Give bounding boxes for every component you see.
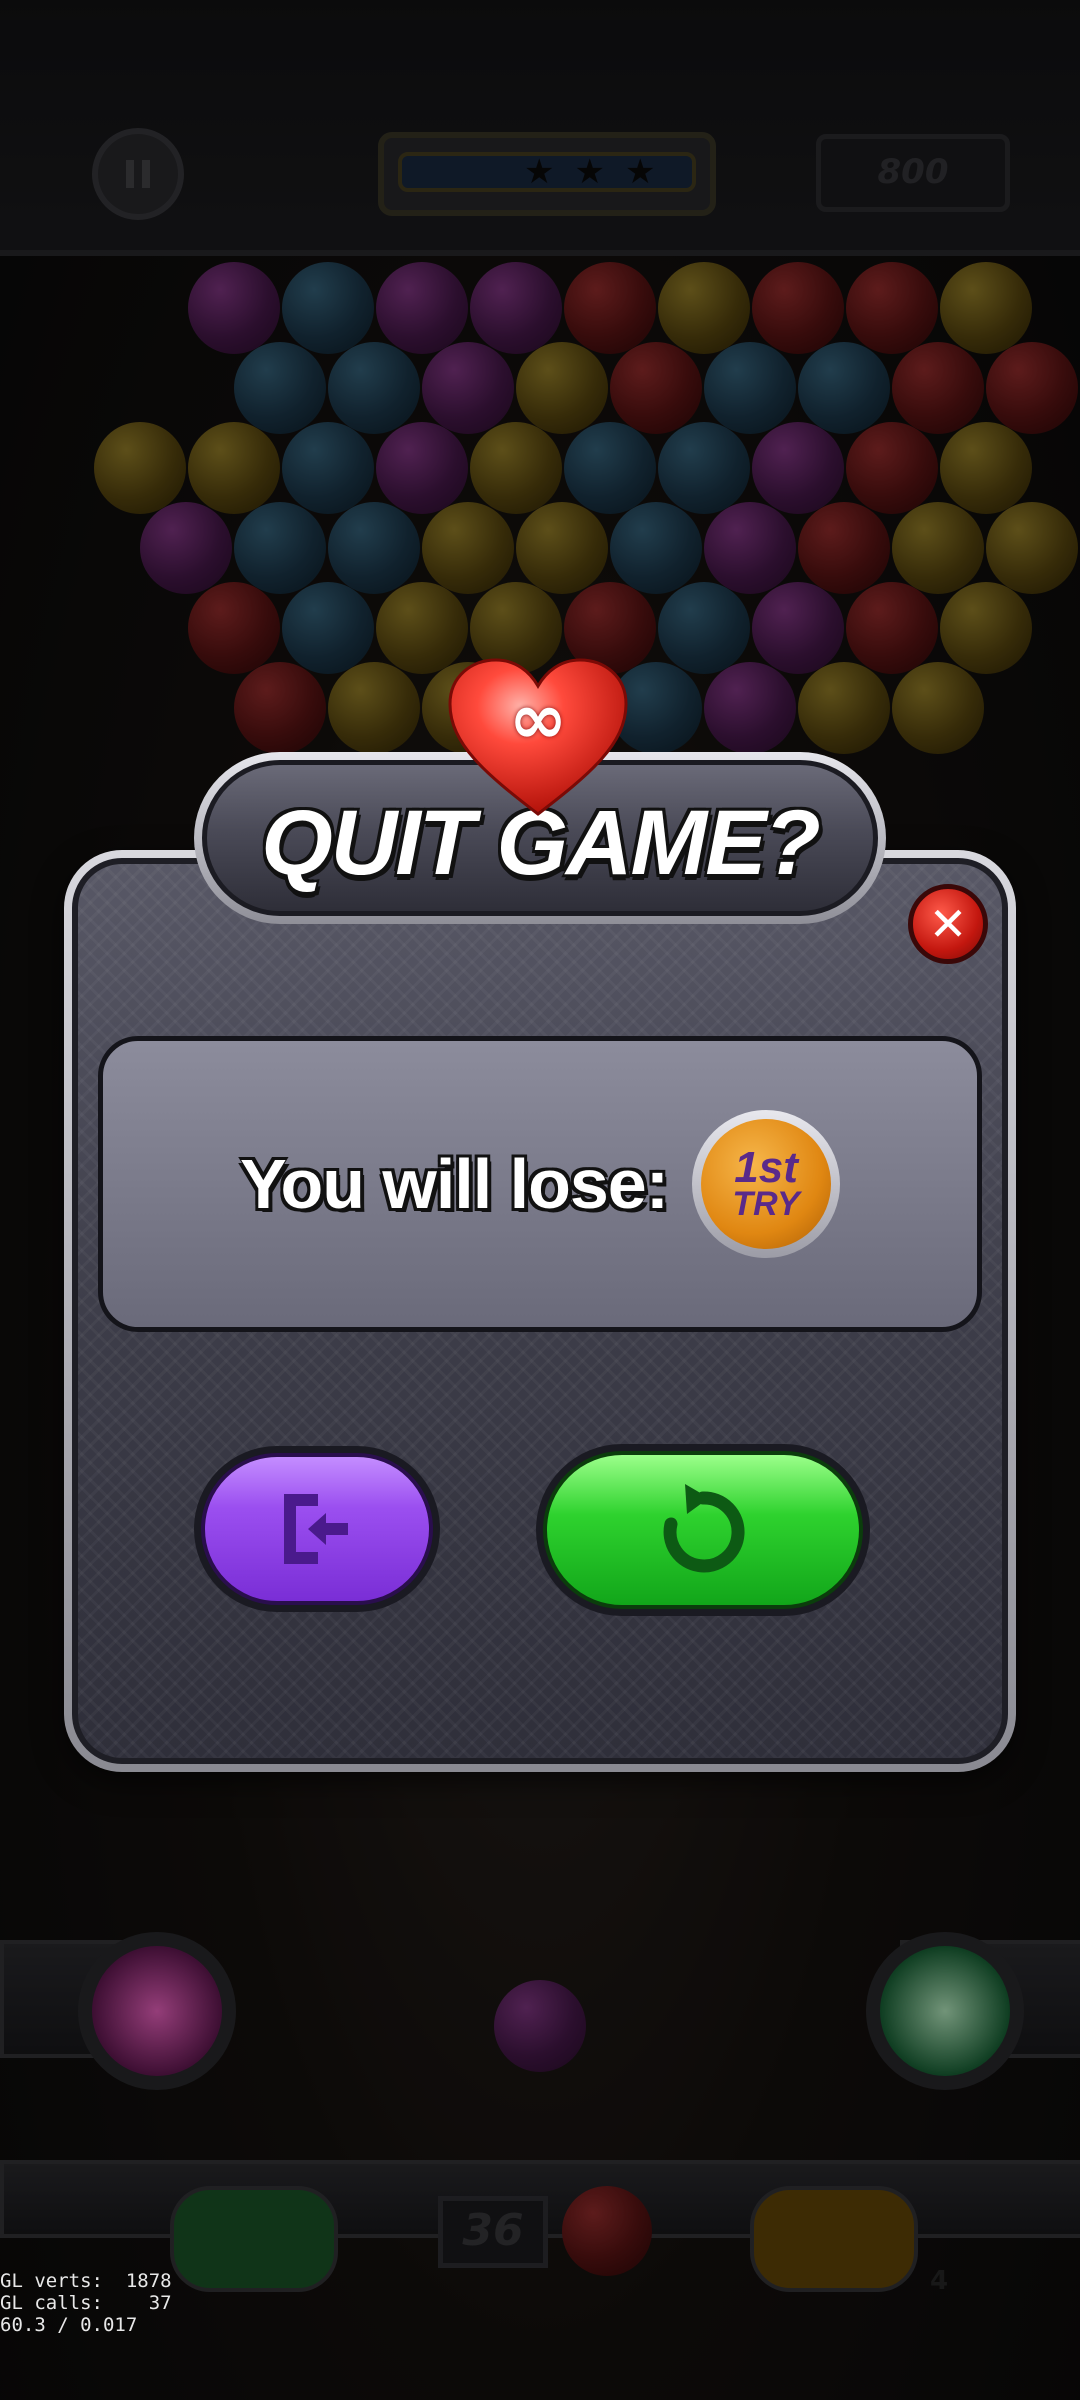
close-button[interactable]: ✕ [908, 884, 988, 964]
restart-arrow-icon [663, 1484, 745, 1573]
quit-button[interactable] [194, 1446, 440, 1612]
close-icon: ✕ [928, 897, 968, 951]
debug-line: GL calls: 37 [0, 2292, 172, 2314]
exit-door-icon [284, 1494, 348, 1564]
quit-button-face[interactable] [201, 1453, 433, 1605]
badge-text-1st: 1st [734, 1143, 798, 1192]
first-try-badge: 1st TRY [692, 1110, 841, 1258]
lose-label: You will lose: [239, 1145, 669, 1223]
infinity-symbol: ∞ [508, 678, 568, 760]
debug-line: GL verts: 1878 [0, 2270, 172, 2292]
badge-text-try: TRY [732, 1185, 800, 1223]
retry-button-face[interactable] [543, 1451, 863, 1609]
infinite-lives-heart-icon: ∞ [446, 656, 630, 820]
debug-stats: GL verts: 1878 GL calls: 37 60.3 / 0.017 [0, 2270, 172, 2336]
lose-info-panel: You will lose: 1st TRY [98, 1036, 982, 1332]
first-try-badge-face: 1st TRY [701, 1119, 832, 1249]
retry-button[interactable] [536, 1444, 870, 1616]
debug-line: 60.3 / 0.017 [0, 2314, 138, 2336]
